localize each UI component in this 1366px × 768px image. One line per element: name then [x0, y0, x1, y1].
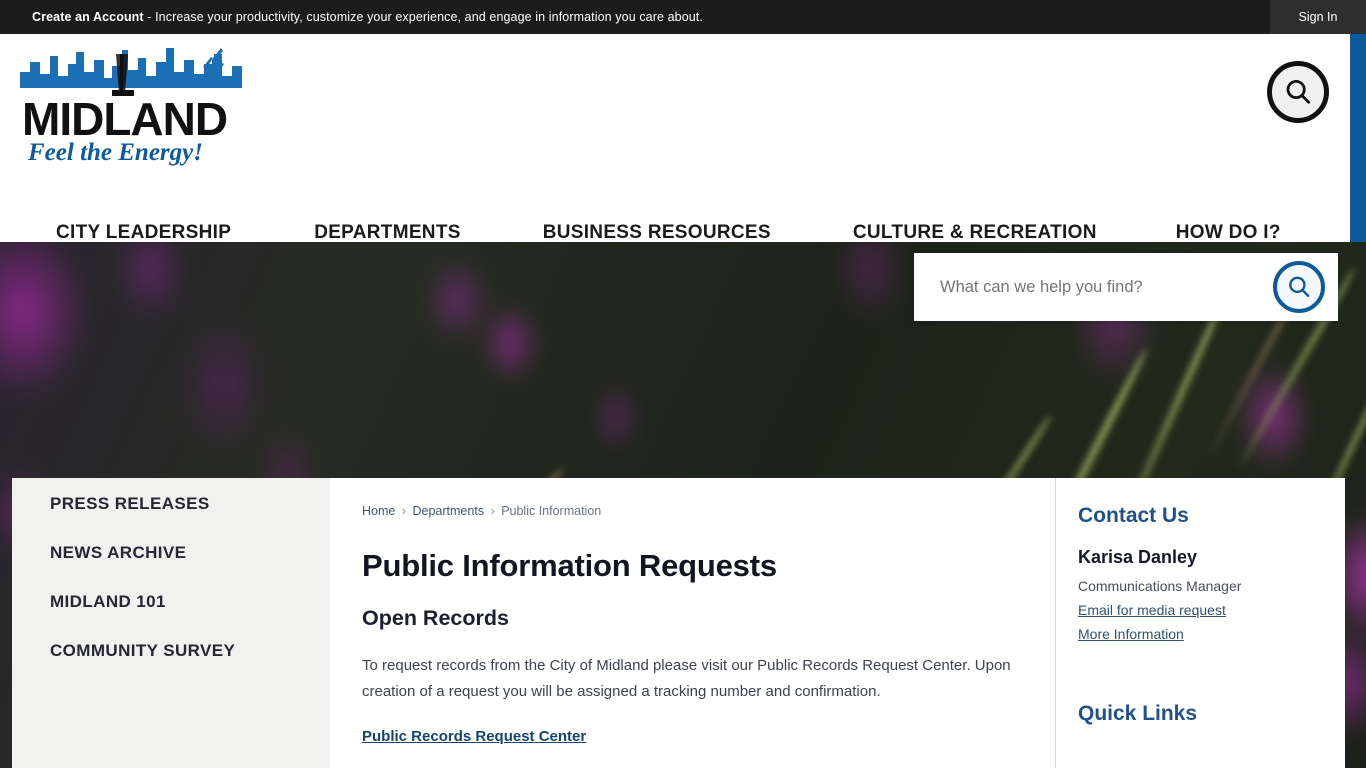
nav-item-how-do-i[interactable]: HOW DO I? — [1176, 204, 1281, 244]
content-card: PRESS RELEASES NEWS ARCHIVE MIDLAND 101 … — [12, 478, 1345, 768]
left-sidebar: PRESS RELEASES NEWS ARCHIVE MIDLAND 101 … — [12, 478, 330, 768]
breadcrumb-departments[interactable]: Departments — [412, 504, 484, 518]
sidebar-item-midland-101[interactable]: MIDLAND 101 — [50, 592, 330, 612]
right-sidebar: Contact Us Karisa Danley Communications … — [1055, 478, 1345, 768]
more-information-link[interactable]: More Information — [1078, 626, 1325, 642]
create-account-message-rest: - Increase your productivity, customize … — [143, 10, 703, 24]
header-search-button[interactable] — [1267, 61, 1329, 123]
hero-search-submit-button[interactable] — [1273, 261, 1325, 313]
section-heading: Open Records — [362, 606, 509, 630]
contact-us-heading: Contact Us — [1078, 504, 1189, 527]
body-paragraph: To request records from the City of Midl… — [362, 657, 1011, 700]
breadcrumb-separator: › — [490, 504, 495, 518]
nav-item-culture-recreation[interactable]: CULTURE & RECREATION — [853, 204, 1097, 244]
create-account-link[interactable]: Create an Account — [32, 10, 144, 24]
nav-item-business-resources[interactable]: BUSINESS RESOURCES — [543, 204, 771, 244]
contact-name: Karisa Danley — [1078, 547, 1198, 567]
contact-role: Communications Manager — [1078, 578, 1242, 594]
breadcrumb-home[interactable]: Home — [362, 504, 395, 518]
breadcrumb-current: Public Information — [501, 504, 602, 518]
nav-item-city-leadership[interactable]: CITY LEADERSHIP — [56, 204, 231, 244]
logo-wordmark: MIDLAND — [22, 93, 228, 145]
sign-in-button[interactable]: Sign In — [1270, 0, 1366, 34]
site-header: MIDLAND Feel the Energy! CITY LEADERSHIP… — [0, 34, 1366, 244]
nav-item-departments[interactable]: DEPARTMENTS — [314, 204, 461, 244]
hero-search-box — [914, 253, 1338, 321]
hero-search-input[interactable] — [914, 253, 1273, 321]
sidebar-item-community-survey[interactable]: COMMUNITY SURVEY — [50, 641, 330, 661]
search-icon — [1286, 80, 1310, 104]
public-records-request-center-link[interactable]: Public Records Request Center — [362, 728, 586, 745]
main-content: Home › Departments › Public Information … — [330, 478, 1055, 768]
search-icon — [1289, 276, 1310, 298]
blue-accent-bar — [1350, 34, 1366, 242]
sidebar-item-news-archive[interactable]: NEWS ARCHIVE — [50, 543, 330, 563]
logo-tagline: Feel the Energy! — [28, 139, 203, 166]
page-title: Public Information Requests — [362, 548, 777, 583]
quick-links-heading: Quick Links — [1078, 702, 1198, 725]
site-logo[interactable]: MIDLAND Feel the Energy! — [16, 42, 246, 166]
breadcrumb: Home › Departments › Public Information — [362, 504, 1021, 518]
create-account-message[interactable]: Create an Account - Increase your produc… — [32, 10, 703, 24]
top-utility-bar: Create an Account - Increase your produc… — [0, 0, 1366, 34]
sidebar-item-press-releases[interactable]: PRESS RELEASES — [50, 494, 330, 514]
email-for-media-request-link[interactable]: Email for media request — [1078, 602, 1325, 618]
breadcrumb-separator: › — [401, 504, 406, 518]
